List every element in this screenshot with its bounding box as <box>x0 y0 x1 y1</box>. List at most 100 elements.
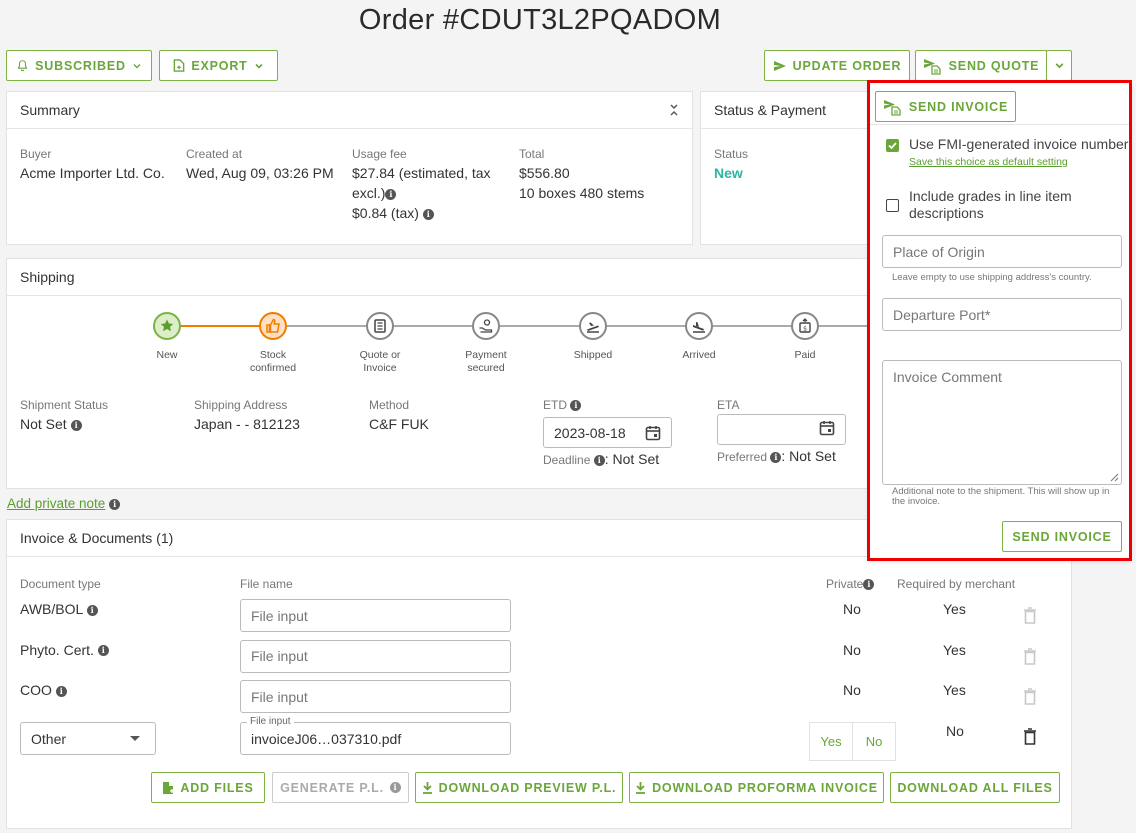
col-private: Private <box>826 577 864 591</box>
doc-type-label: Phyto. Cert. <box>20 641 94 658</box>
update-order-button[interactable]: UPDATE ORDER <box>764 50 910 81</box>
private-yes-option[interactable]: Yes <box>810 723 852 760</box>
info-icon[interactable]: i <box>570 400 582 412</box>
step-5-label: Arrived <box>682 349 716 361</box>
deadline-label: Deadline <box>543 453 591 467</box>
doc-required-value: Yes <box>943 641 966 658</box>
info-icon[interactable]: i <box>770 452 782 464</box>
file-input-placeholder: File input <box>251 648 308 664</box>
col-private-row: Private i <box>826 577 875 591</box>
download-all-files-button[interactable]: DOWNLOAD ALL FILES <box>890 772 1060 803</box>
etd-value: 2023-08-18 <box>554 424 626 441</box>
documents-title: Invoice & Documents (1) <box>20 530 174 546</box>
subscribed-button[interactable]: SUBSCRIBED <box>6 50 152 81</box>
plane-takeoff-icon <box>587 322 599 333</box>
trash-icon[interactable] <box>1023 688 1037 705</box>
created-value: Wed, Aug 09, 03:26 PM <box>186 165 334 181</box>
col-file-name: File name <box>240 577 293 591</box>
file-input[interactable]: File input <box>240 680 511 713</box>
send-options-toggle[interactable] <box>1046 50 1072 81</box>
doc-private-value: No <box>843 641 861 658</box>
info-icon[interactable]: i <box>422 208 434 220</box>
export-button[interactable]: EXPORT <box>159 50 278 81</box>
info-icon[interactable]: i <box>389 782 401 793</box>
file-input[interactable]: File input <box>240 639 511 673</box>
download-preview-label: DOWNLOAD PREVIEW P.L. <box>438 780 617 795</box>
file-input[interactable]: File input <box>240 599 511 632</box>
shipping-address-value: Japan - - 812123 <box>194 416 300 432</box>
plane-landing-icon <box>693 322 705 333</box>
summary-header: Summary <box>7 92 692 129</box>
info-icon[interactable]: i <box>863 579 875 591</box>
usage-fee-line2: excl.) i <box>352 183 397 203</box>
doc-type-label: AWB/BOL <box>20 601 83 617</box>
page-title: Order #CDUT3L2PQADOM <box>358 4 722 36</box>
usage-fee-label: Usage fee <box>352 147 407 161</box>
calendar-icon[interactable] <box>645 425 661 441</box>
file-input-floating-label: File input <box>247 716 294 727</box>
document-icon <box>374 319 386 333</box>
bell-icon <box>18 60 28 72</box>
add-private-note-row: Add private note i <box>7 496 121 511</box>
col-document-type: Document type <box>20 577 101 591</box>
generate-pl-button[interactable]: GENERATE P.L. i <box>272 772 409 803</box>
info-icon[interactable]: i <box>385 188 397 200</box>
info-icon[interactable]: i <box>70 419 82 431</box>
download-proforma-button[interactable]: DOWNLOAD PROFORMA INVOICE <box>629 772 884 803</box>
eta-label: ETA <box>717 398 740 412</box>
summary-card: Summary Buyer Acme Importer Ltd. Co. Cre… <box>6 91 693 245</box>
trash-icon[interactable] <box>1023 647 1037 665</box>
generate-pl-label: GENERATE P.L. <box>280 780 384 795</box>
doc-private-value: No <box>843 601 861 617</box>
info-icon[interactable]: i <box>97 645 109 657</box>
file-add-icon <box>163 781 175 794</box>
preferred-value: : Not Set <box>781 448 836 464</box>
file-input-placeholder: File input <box>251 607 308 624</box>
chevron-down-icon <box>255 63 263 69</box>
step-4-label: Shipped <box>573 349 613 361</box>
usage-fee-tax: $0.84 (tax) <box>352 205 419 221</box>
info-icon[interactable]: i <box>86 604 98 616</box>
eta-date-input[interactable] <box>717 414 846 445</box>
add-private-note-link[interactable]: Add private note <box>7 496 105 511</box>
document-type-select[interactable]: Other <box>20 722 156 755</box>
method-value: C&F FUK <box>369 416 429 432</box>
other-file-input[interactable]: File input invoiceJ06…037310.pdf <box>240 716 511 755</box>
collapse-icon[interactable] <box>669 103 679 117</box>
calendar-icon[interactable] <box>819 420 835 436</box>
step-3-circle <box>472 312 500 340</box>
step-5-circle <box>685 312 713 340</box>
step-6-circle: $ <box>791 312 819 340</box>
etd-date-input[interactable]: 2023-08-18 <box>543 417 672 448</box>
shipment-status-label: Shipment Status <box>20 398 109 412</box>
dropdown-arrow-icon <box>130 736 140 741</box>
deadline-row: Deadline i: Not Set <box>543 451 659 467</box>
download-preview-pl-button[interactable]: DOWNLOAD PREVIEW P.L. <box>415 772 623 803</box>
private-no-option[interactable]: No <box>852 723 895 760</box>
download-all-label: DOWNLOAD ALL FILES <box>897 780 1053 795</box>
chevron-down-icon <box>1055 63 1063 69</box>
thumbs-up-icon <box>266 318 280 333</box>
total-label: Total <box>519 147 545 161</box>
star-icon <box>160 319 174 332</box>
doc-type-label: COO <box>20 682 52 698</box>
trash-icon[interactable] <box>1023 728 1037 745</box>
update-order-label: UPDATE ORDER <box>792 58 902 73</box>
summary-title: Summary <box>20 102 80 118</box>
shipment-status-value-row: Not Set i <box>20 414 82 434</box>
usage-fee-line1: $27.84 (estimated, tax <box>352 165 491 181</box>
preferred-label: Preferred <box>717 450 768 464</box>
step-4-circle <box>579 312 607 340</box>
subscribed-label: SUBSCRIBED <box>35 58 126 73</box>
step-1-circle <box>259 312 287 340</box>
money-icon: $ <box>799 318 811 333</box>
info-icon[interactable]: i <box>593 455 605 467</box>
trash-icon[interactable] <box>1023 607 1037 624</box>
info-icon[interactable]: i <box>109 498 121 510</box>
status-label: Status <box>714 147 749 161</box>
send-quote-button[interactable]: SEND QUOTE <box>915 50 1047 81</box>
export-label: EXPORT <box>191 58 248 73</box>
private-toggle: Yes No <box>809 722 896 761</box>
add-files-button[interactable]: ADD FILES <box>151 772 265 803</box>
info-icon[interactable]: i <box>55 685 67 697</box>
